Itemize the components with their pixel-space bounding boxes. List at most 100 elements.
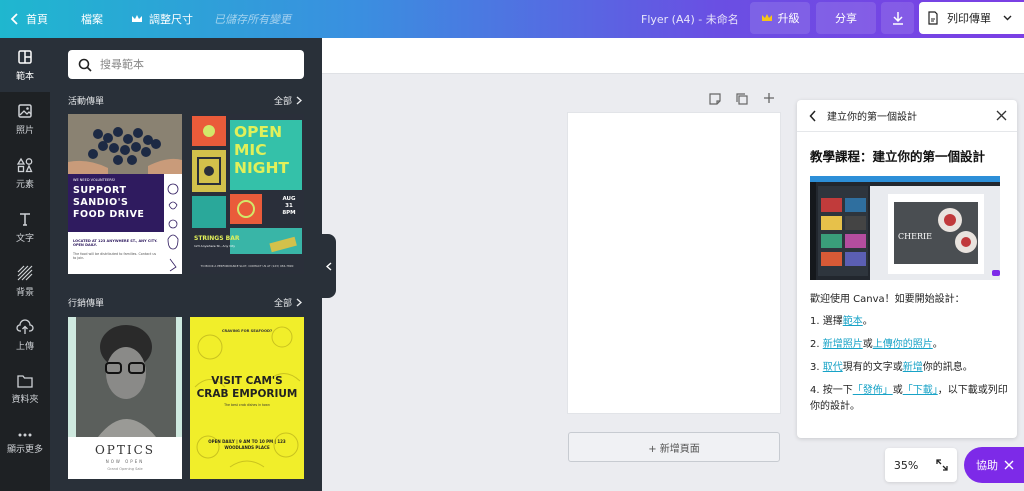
nav-label: 資料夾: [11, 394, 39, 405]
template-open-mic-night[interactable]: OPEN MIC NIGHT AUG 31 8PM STRINGS BAR 12…: [190, 114, 304, 274]
file-label: 檔案: [81, 13, 103, 26]
search-icon: [78, 58, 92, 72]
editor-toolbar: [322, 38, 1024, 74]
nav-label: 照片: [15, 125, 34, 136]
file-menu[interactable]: 檔案: [81, 0, 103, 38]
open-mic-title-block: OPEN MIC NIGHT: [230, 120, 302, 190]
close-icon[interactable]: [996, 110, 1007, 121]
search-input[interactable]: [100, 58, 290, 71]
zoom-control[interactable]: 35%: [885, 448, 957, 482]
download-link[interactable]: 「下載」: [903, 385, 938, 396]
template-search[interactable]: [68, 50, 304, 79]
open-mic-footer: TO BOOK A PERFORMANCE SLOT, CONTACT US A…: [200, 264, 294, 268]
publish-link[interactable]: 「發佈」: [853, 385, 893, 396]
open-mic-address: 123 Anywhere St., Any City: [194, 244, 236, 248]
folder-icon: [17, 374, 33, 388]
share-button[interactable]: 分享: [816, 2, 876, 34]
download-button[interactable]: [881, 2, 914, 34]
step-text: 或: [892, 385, 903, 396]
grapes-photo: [68, 114, 182, 174]
chevron-left-icon: [10, 13, 18, 25]
tutorial-screenshot[interactable]: CHERIE: [810, 176, 1000, 280]
nav-label: 範本: [15, 71, 34, 82]
crown-icon: [761, 14, 772, 21]
templates-link[interactable]: 範本: [843, 316, 863, 327]
resize-button[interactable]: 調整尺寸: [131, 0, 193, 38]
nav-upload[interactable]: 上傳: [0, 308, 50, 362]
see-all-marketing-flyers[interactable]: 全部: [274, 296, 302, 309]
page-note-button[interactable]: [708, 92, 722, 108]
template-food-drive[interactable]: WE NEED VOLUNTEERS! SUPPORT SANDIO'S FOO…: [68, 114, 182, 274]
chevron-left-icon: [326, 261, 332, 271]
step-text: 或: [862, 339, 873, 350]
template-optics[interactable]: OPTICS NOW OPEN Grand Opening Sale: [68, 317, 182, 479]
nav-label: 文字: [15, 233, 34, 244]
side-nav: 範本 照片 元素 文字 背景 上傳 資料夾 顯示更多: [0, 38, 50, 491]
help-step-1: 1. 選擇範本。: [810, 314, 1010, 330]
upload-photos-link[interactable]: 上傳你的照片: [873, 339, 933, 350]
crab-body: The best crab dishes in town: [224, 403, 270, 407]
step-text: 3.: [810, 362, 823, 373]
nav-label: 背景: [15, 287, 34, 298]
top-bar: 首頁 檔案 調整尺寸 已儲存所有變更 Flyer (A4) - 未命名 升級 分…: [0, 0, 1024, 38]
open-mic-venue: STRINGS BAR: [194, 235, 240, 242]
nav-label: 元素: [15, 179, 34, 190]
print-label: 列印傳單: [947, 12, 991, 25]
add-photos-link[interactable]: 新增照片: [823, 339, 863, 350]
replace-link[interactable]: 取代: [823, 362, 843, 373]
templates-panel: 活動傳單 全部 WE NEED VOLUNTEERS! SUPPORT SAND…: [50, 38, 322, 491]
food-drive-title-block: WE NEED VOLUNTEERS! SUPPORT SANDIO'S FOO…: [68, 174, 164, 232]
help-header-title: 建立你的第一個設計: [827, 112, 917, 123]
template-crab-emporium[interactable]: CRAVING FOR SEAFOOD? VISIT CAM'S CRAB EM…: [190, 317, 304, 479]
step-text: 4. 按一下: [810, 385, 853, 396]
help-assist-button[interactable]: 協助: [964, 447, 1024, 483]
nav-templates[interactable]: 範本: [0, 38, 50, 92]
nav-more[interactable]: 顯示更多: [0, 416, 50, 470]
upgrade-label: 升級: [777, 12, 800, 25]
add-text-link[interactable]: 新增: [903, 362, 923, 373]
upload-icon: [16, 318, 34, 334]
print-flyer-button[interactable]: 列印傳單: [919, 2, 1024, 34]
help-intro: 歡迎使用 Canva！如要開始設計：: [810, 294, 965, 305]
nav-background[interactable]: 背景: [0, 254, 50, 308]
design-page[interactable]: [568, 113, 780, 413]
food-drive-kicker: WE NEED VOLUNTEERS!: [73, 178, 116, 182]
help-step-2: 2. 新增照片或上傳你的照片。: [810, 337, 1010, 353]
step-text: 現有的文字或: [842, 362, 903, 373]
crab-kicker: CRAVING FOR SEAFOOD?: [221, 329, 273, 333]
background-icon: [17, 265, 33, 280]
see-all-label: 全部: [273, 97, 292, 107]
food-drive-title: SUPPORT SANDIO'S FOOD DRIVE: [73, 185, 145, 220]
add-page-icon-button[interactable]: [763, 92, 775, 108]
document-title[interactable]: Flyer (A4) - 未命名: [641, 0, 739, 38]
section-title-marketing-flyers: 行銷傳單: [68, 299, 105, 309]
help-panel: 建立你的第一個設計 教學課程：建立你的第一個設計 CHERIE 歡迎使用 Can…: [797, 100, 1017, 438]
back-arrow-icon[interactable]: [809, 109, 817, 122]
duplicate-page-button[interactable]: [735, 92, 749, 108]
home-button[interactable]: 首頁: [10, 0, 48, 38]
step-text: 。: [932, 339, 943, 350]
print-icon: [928, 11, 938, 25]
nav-folders[interactable]: 資料夾: [0, 362, 50, 416]
food-drive-location: LOCATED AT 123 ANYWHERE ST., ANY CITY. O…: [73, 239, 158, 247]
assist-label: 協助: [976, 459, 998, 472]
resize-label: 調整尺寸: [149, 13, 193, 26]
upgrade-button[interactable]: 升級: [750, 2, 810, 34]
collapse-panel-button[interactable]: [322, 234, 336, 298]
chevron-right-icon: [296, 96, 302, 105]
text-icon: [20, 212, 30, 226]
close-icon: [1004, 460, 1014, 470]
help-tutorial-title: 教學課程：建立你的第一個設計: [810, 149, 986, 164]
see-all-event-flyers[interactable]: 全部: [274, 94, 302, 107]
step-text: 1. 選擇: [810, 316, 843, 327]
crab-hours: OPEN DAILY | 9 AM TO 10 PM | 123 WOODLAN…: [208, 439, 286, 450]
optics-body: Grand Opening Sale: [107, 467, 143, 471]
nav-photos[interactable]: 照片: [0, 92, 50, 146]
help-header: 建立你的第一個設計: [797, 100, 1017, 132]
expand-icon[interactable]: [936, 459, 948, 471]
nav-elements[interactable]: 元素: [0, 146, 50, 200]
add-page-button[interactable]: + 新增頁面: [568, 432, 780, 462]
save-status: 已儲存所有變更: [214, 13, 291, 26]
nav-text[interactable]: 文字: [0, 200, 50, 254]
section-title-event-flyers: 活動傳單: [68, 97, 105, 107]
